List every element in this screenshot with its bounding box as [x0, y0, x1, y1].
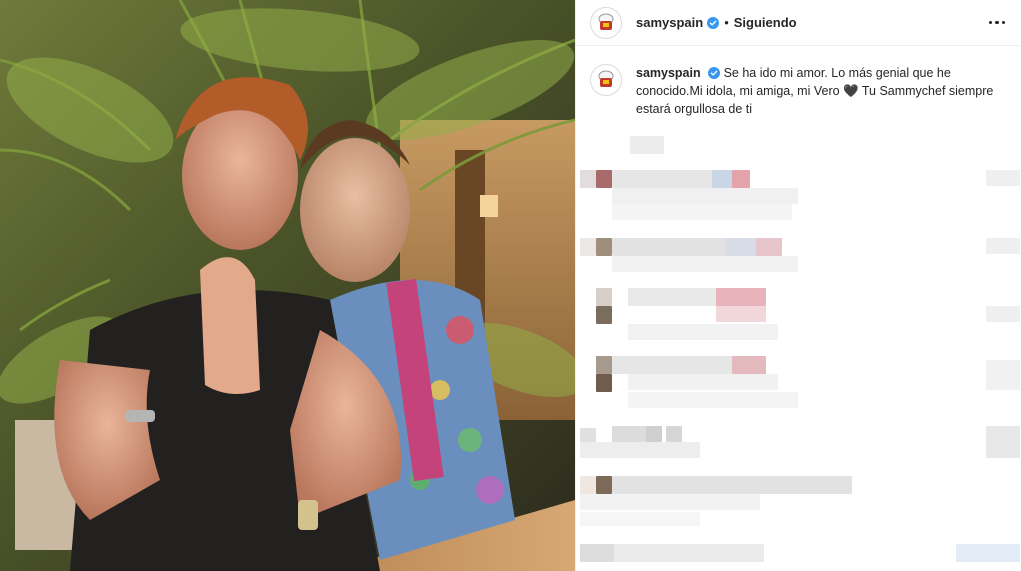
post-details-panel: samyspain • Siguiendo samyspain Se ha id… [575, 0, 1021, 571]
avatar[interactable] [590, 6, 622, 39]
post-header: samyspain • Siguiendo [576, 0, 1021, 46]
caption-username[interactable]: samyspain [636, 66, 701, 80]
more-options-icon[interactable] [987, 15, 1008, 31]
separator-dot: • [724, 15, 729, 30]
caption-avatar[interactable] [590, 64, 622, 96]
caption-text-block: samyspain Se ha ido mi amor. Lo más geni… [636, 64, 1007, 118]
post-photo[interactable] [0, 0, 575, 571]
post-caption: samyspain Se ha ido mi amor. Lo más geni… [576, 46, 1021, 118]
chef-avatar-icon [598, 13, 614, 30]
follow-status-button[interactable]: Siguiendo [734, 15, 797, 30]
verified-badge-icon [708, 67, 721, 79]
chef-avatar-icon [598, 70, 614, 87]
verified-badge-icon [707, 16, 720, 29]
username[interactable]: samyspain [636, 15, 703, 30]
post-image [0, 0, 575, 571]
pixelated-comments [576, 130, 1021, 571]
